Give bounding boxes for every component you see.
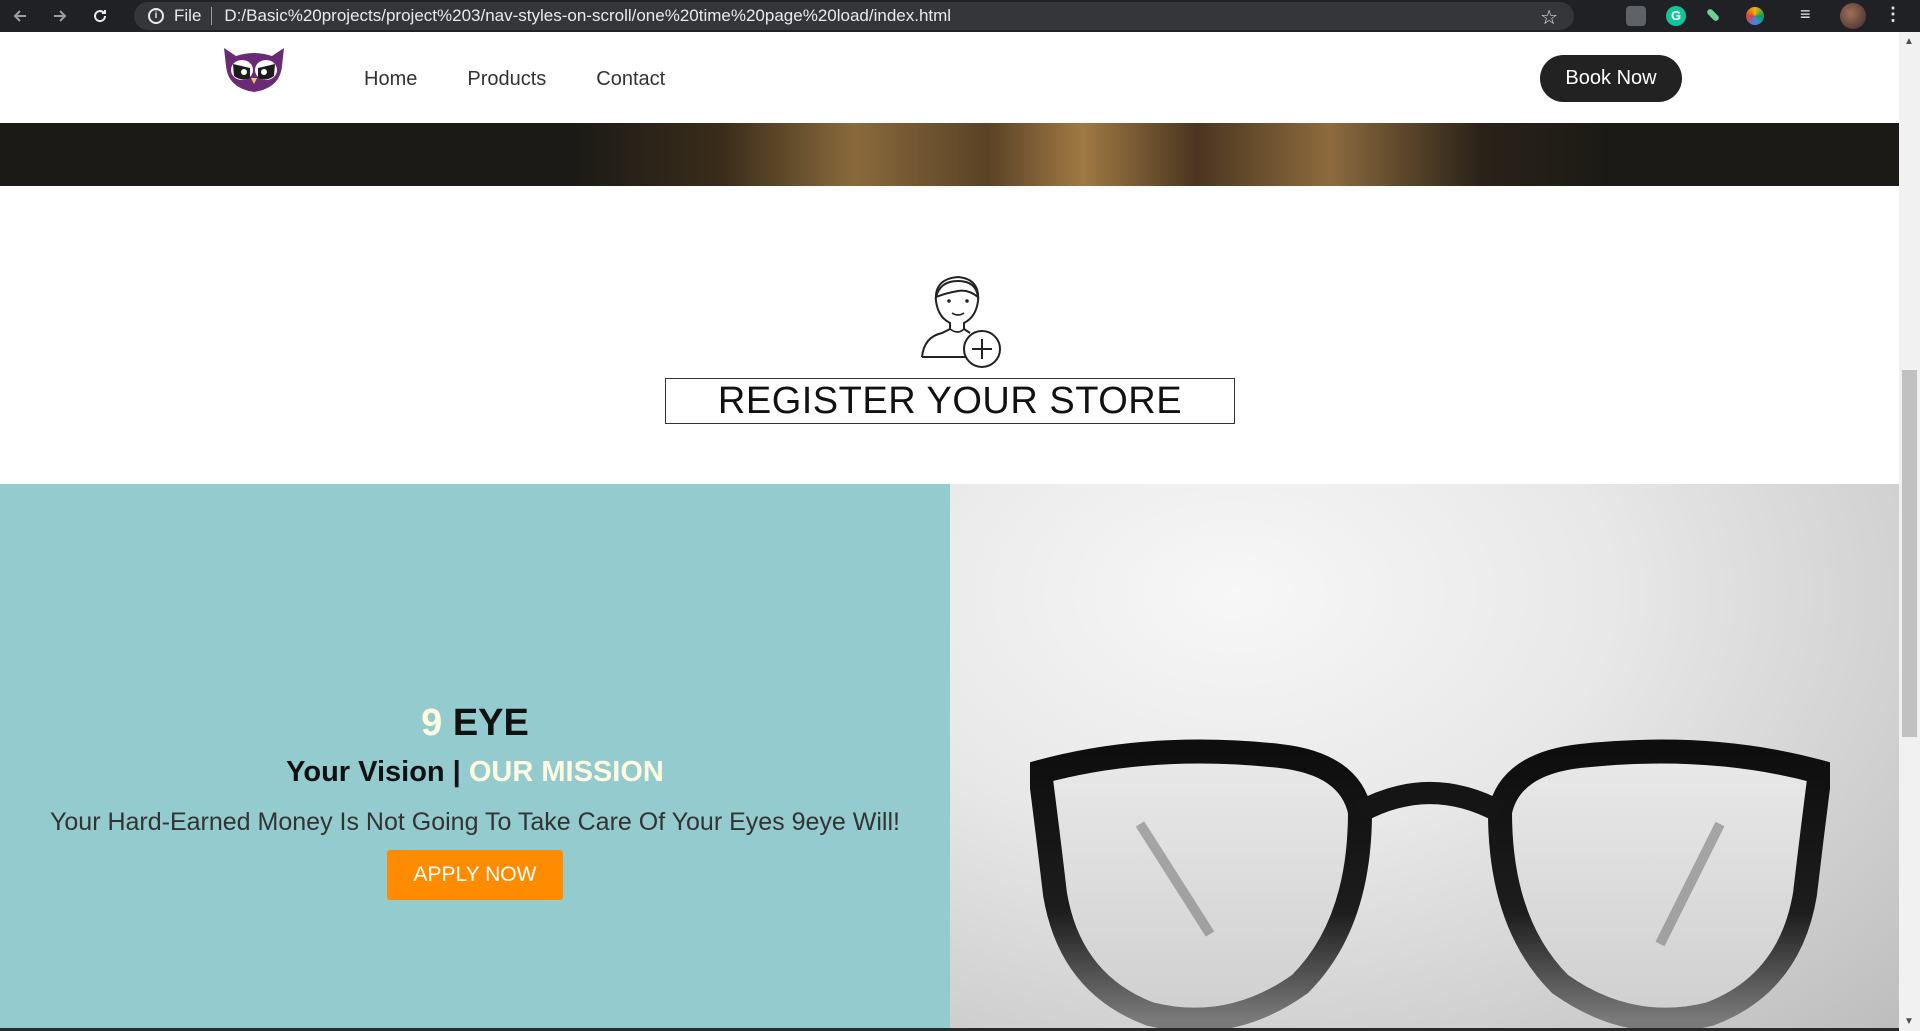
extension-icon[interactable] <box>1626 6 1646 26</box>
bookmark-star-icon[interactable]: ☆ <box>1540 5 1558 30</box>
brand-title: 9 EYE <box>0 702 950 745</box>
hero-image-strip <box>0 123 1899 186</box>
register-store-button[interactable]: REGISTER YOUR STORE <box>665 378 1235 424</box>
scroll-down-icon[interactable]: ▼ <box>1904 1016 1914 1027</box>
register-section: REGISTER YOUR STORE <box>0 186 1899 484</box>
page-scrollbar[interactable]: ▲ ▼ <box>1899 32 1920 1031</box>
mission-description: Your Hard-Earned Money Is Not Going To T… <box>50 808 900 836</box>
tagline: Your Vision | OUR MISSION <box>0 756 950 789</box>
apply-now-button[interactable]: APPLY NOW <box>387 850 563 900</box>
mission-section: 9 EYE Your Vision | OUR MISSION Your Har… <box>0 484 1899 1031</box>
eyeglasses-image <box>1030 739 1830 1031</box>
info-icon[interactable]: i <box>148 8 164 24</box>
profile-avatar[interactable] <box>1840 3 1866 29</box>
forward-icon[interactable] <box>40 0 80 32</box>
media-control-icon[interactable]: ≡ <box>1800 4 1811 25</box>
brand-name: EYE <box>442 702 529 744</box>
url-scheme: File <box>174 7 213 25</box>
address-bar[interactable]: i File D:/Basic%20projects/project%203/n… <box>134 2 1574 30</box>
scroll-up-icon[interactable]: ▲ <box>1904 36 1914 47</box>
browser-menu-icon[interactable]: ⋮ <box>1884 4 1902 25</box>
brand-number: 9 <box>421 702 443 744</box>
mission-text-panel: 9 EYE Your Vision | OUR MISSION Your Har… <box>0 484 950 1031</box>
nav-link-contact[interactable]: Contact <box>596 68 665 91</box>
color-extension-icon[interactable] <box>1746 7 1764 25</box>
nav-link-products[interactable]: Products <box>467 68 546 91</box>
pen-extension-icon[interactable] <box>1705 7 1721 23</box>
reload-icon[interactable] <box>80 0 120 32</box>
scrollbar-thumb[interactable] <box>1902 370 1917 737</box>
back-icon[interactable] <box>0 0 40 32</box>
owl-logo-icon[interactable] <box>220 44 288 94</box>
grammarly-extension-icon[interactable]: G <box>1666 6 1686 26</box>
book-now-button[interactable]: Book Now <box>1540 55 1682 102</box>
add-user-icon[interactable] <box>912 267 1004 369</box>
url-text[interactable]: D:/Basic%20projects/project%203/nav-styl… <box>224 6 951 26</box>
site-navbar: Home Products Contact Book Now <box>0 32 1899 123</box>
nav-links: Home Products Contact <box>364 68 665 91</box>
browser-toolbar: i File D:/Basic%20projects/project%203/n… <box>0 0 1920 32</box>
glasses-photo <box>950 484 1899 1031</box>
page-viewport: Home Products Contact Book Now REGISTER … <box>0 32 1899 1031</box>
nav-link-home[interactable]: Home <box>364 68 417 91</box>
tagline-vision: Your Vision | <box>286 756 469 788</box>
tagline-mission: OUR MISSION <box>468 756 664 788</box>
